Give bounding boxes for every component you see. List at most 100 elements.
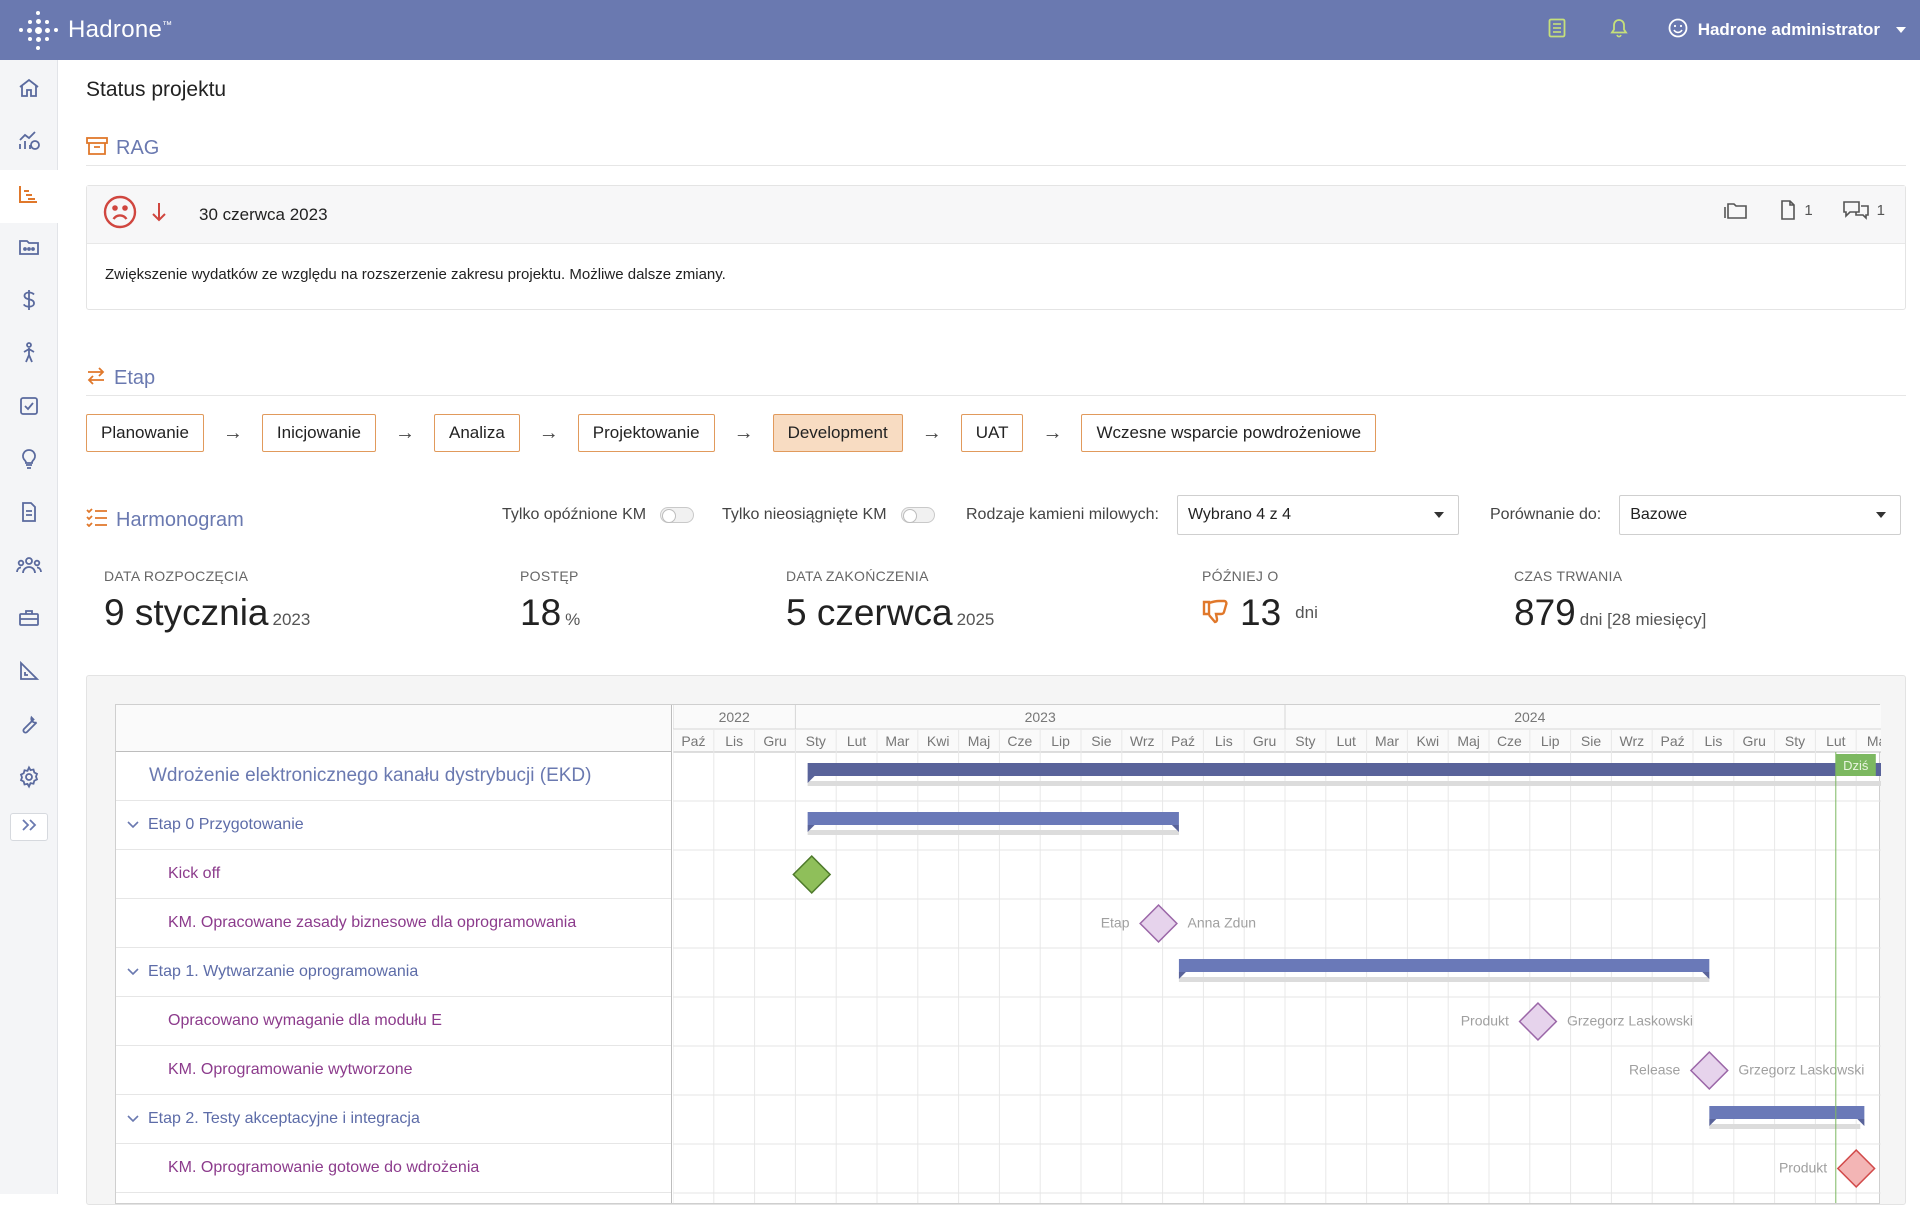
gantt-task-row[interactable]: KM. Oprogramowanie gotowe do wdrożenia <box>116 1144 671 1193</box>
gantt-row-label: Etap 1. Wytwarzanie oprogramowania <box>148 963 419 980</box>
compare-select[interactable]: Bazowe <box>1619 495 1902 535</box>
gantt-task-row[interactable]: Opracowano wymaganie dla modułu E <box>116 997 671 1046</box>
kpi-progress: POSTĘP 18% <box>520 568 580 634</box>
gantt-task-row[interactable]: KM. Opracowane zasady biznesowe dla opro… <box>116 899 671 948</box>
milestone-diamond <box>1836 1149 1876 1188</box>
chevron-down-icon <box>1896 27 1906 33</box>
sad-face-icon <box>103 195 137 234</box>
gantt-phase-row[interactable]: Etap 0 Przygotowanie <box>116 801 671 850</box>
sidebar-item-measures[interactable] <box>0 647 58 700</box>
stage-item[interactable]: Wczesne wsparcie powdrożeniowe <box>1081 414 1377 452</box>
folder-dots-icon <box>17 235 41 264</box>
kpi-start-date: DATA ROZPOCZĘCIA 9 stycznia 2023 <box>104 568 310 634</box>
year-label: 2023 <box>1025 709 1056 725</box>
rag-section-header: RAG <box>86 132 1906 166</box>
app-logo[interactable]: Hadrone™ <box>18 10 172 50</box>
filter-delayed: Tylko opóźnione KM <box>502 495 695 535</box>
archive-icon <box>86 136 108 162</box>
sidebar-item-home[interactable] <box>0 64 58 117</box>
kpi-value: 18 <box>520 592 562 633</box>
sidebar-item-documents[interactable] <box>0 488 58 541</box>
stage-item[interactable]: Inicjowanie <box>261 414 377 452</box>
sidebar-item-portfolio[interactable] <box>0 223 58 276</box>
ruler-icon <box>17 659 41 688</box>
bell-icon[interactable] <box>1610 18 1628 43</box>
baseline-bar <box>1178 977 1710 982</box>
top-bar: Hadrone™ Hadrone administrator <box>0 0 1920 60</box>
month-label: Maj <box>1457 733 1480 749</box>
gantt-phase-row[interactable]: Etap 2. Testy akceptacyjne i integracja <box>116 1095 671 1144</box>
gantt-chart: Wdrożenie elektronicznego kanału dystryb… <box>115 704 1881 1204</box>
compare-filter: Porównanie do: Bazowe <box>1490 495 1902 535</box>
chevron-down-icon[interactable] <box>126 818 140 832</box>
filter-delayed-label: Tylko opóźnione KM <box>502 506 647 523</box>
sidebar-item-tasks[interactable] <box>0 382 58 435</box>
milestone-type-label: Produkt <box>1779 1160 1827 1176</box>
phase-bar <box>1709 1106 1865 1119</box>
gantt-row-label: Etap 0 Przygotowanie <box>148 816 304 833</box>
milestone-types-value: Wybrano 4 z 4 <box>1187 506 1291 523</box>
month-label: Lip <box>1051 733 1070 749</box>
document-count: 1 <box>1804 201 1813 219</box>
milestone-owner-label: Anna Zdun <box>1188 915 1257 931</box>
rag-heading: RAG <box>116 137 160 159</box>
chevron-down-icon[interactable] <box>126 965 140 979</box>
milestone-types-select[interactable]: Wybrano 4 z 4 <box>1176 495 1459 535</box>
month-label: Sty <box>1785 733 1805 749</box>
gantt-task-row[interactable]: KM. Oprogramowanie wytworzone <box>116 1046 671 1095</box>
stage-item[interactable]: UAT <box>960 414 1024 452</box>
documents-button[interactable]: 1 <box>1780 200 1813 220</box>
notes-icon[interactable] <box>1548 18 1566 43</box>
stage-arrow-icon: → <box>538 421 559 444</box>
month-label: Sie <box>1091 733 1111 749</box>
month-label: Sty <box>1295 733 1315 749</box>
sidebar-item-ideas[interactable] <box>0 435 58 488</box>
filter-unreached-toggle[interactable] <box>900 507 935 523</box>
document-icon <box>17 500 41 529</box>
kpi-suffix: 2025 <box>956 610 995 629</box>
gantt-task-row[interactable]: Kick off <box>116 850 671 899</box>
kpi-value: 9 stycznia <box>104 592 269 633</box>
month-label: Lut <box>1336 733 1356 749</box>
team-icon <box>16 553 42 582</box>
stage-item[interactable]: Planowanie <box>86 414 204 452</box>
filter-delayed-toggle[interactable] <box>660 507 695 523</box>
page-title: Status projektu <box>86 78 227 101</box>
sidebar-item-project-status[interactable] <box>0 170 58 223</box>
stage-item[interactable]: Analiza <box>434 414 520 452</box>
month-label: Paź <box>1171 733 1195 749</box>
timeline-icon <box>16 182 40 211</box>
kpi-label: PÓŹNIEJ O <box>1202 568 1279 584</box>
gantt-phase-row[interactable]: Etap 1. Wytwarzanie oprogramowania <box>116 948 671 997</box>
month-label: Wrz <box>1619 733 1644 749</box>
swap-icon <box>86 366 106 392</box>
kpi-label: CZAS TRWANIA <box>1514 568 1623 584</box>
sidebar-item-settings[interactable] <box>0 753 58 806</box>
sidebar-item-resources[interactable] <box>0 329 58 382</box>
comments-button[interactable]: 1 <box>1842 200 1885 220</box>
year-label: 2022 <box>719 709 750 725</box>
month-label: Paź <box>681 733 705 749</box>
year-label: 2024 <box>1514 709 1545 725</box>
kpi-duration: CZAS TRWANIA 879 dni [28 miesięcy] <box>1514 568 1706 634</box>
sidebar-item-budget[interactable] <box>0 276 58 329</box>
filter-unreached: Tylko nieosiągnięte KM <box>722 495 935 535</box>
stage-item[interactable]: Development <box>772 414 903 452</box>
filter-unreached-label: Tylko nieosiągnięte KM <box>722 506 887 523</box>
gantt-project-row[interactable]: Wdrożenie elektronicznego kanału dystryb… <box>116 752 671 801</box>
sidebar-item-team[interactable] <box>0 541 58 594</box>
user-name: Hadrone administrator <box>1697 20 1880 39</box>
sidebar-item-toolbox[interactable] <box>0 594 58 647</box>
sidebar-item-finance-chart[interactable] <box>0 117 58 170</box>
stage-item[interactable]: Projektowanie <box>577 414 715 452</box>
kpi-delay: PÓŹNIEJ O 13 dni <box>1202 568 1318 634</box>
sidebar-item-tools[interactable] <box>0 700 58 753</box>
sidebar <box>0 60 58 1194</box>
sidebar-expand-button[interactable] <box>10 813 48 841</box>
rag-description: Zwiększenie wydatków ze względu na rozsz… <box>105 266 726 283</box>
chevron-down-icon[interactable] <box>126 1112 140 1126</box>
folder-button[interactable] <box>1724 200 1750 220</box>
user-menu[interactable]: Hadrone administrator <box>1668 18 1906 43</box>
month-label: Sty <box>806 733 826 749</box>
dollar-icon <box>17 288 41 317</box>
